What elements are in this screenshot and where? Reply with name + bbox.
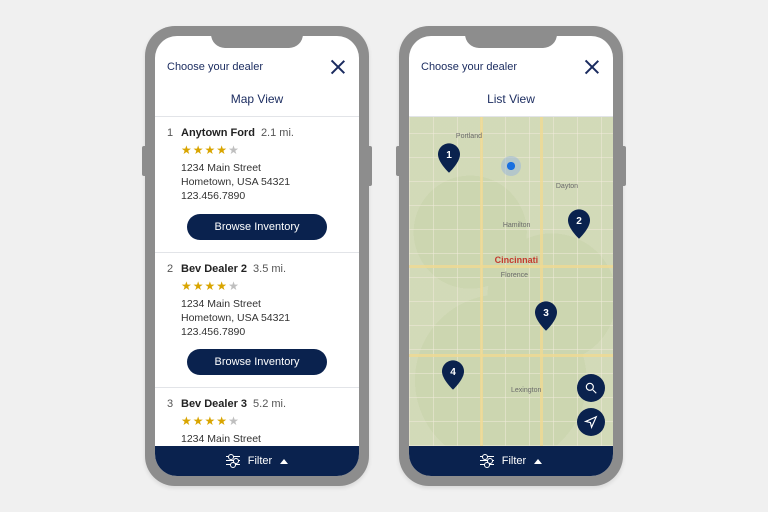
tab-list-view[interactable]: List View: [409, 84, 613, 117]
map-road: [540, 117, 543, 446]
map-search-button[interactable]: [577, 374, 605, 402]
filter-icon: [226, 456, 240, 466]
city-label-minor: Hamilton: [503, 222, 531, 229]
close-icon[interactable]: [329, 58, 347, 76]
header-title: Choose your dealer: [167, 61, 263, 73]
dealer-distance: 5.2 mi.: [253, 398, 286, 410]
rating-stars: ★ ★ ★ ★ ★: [181, 414, 347, 428]
current-location-dot: [501, 156, 521, 176]
star-icon: ★: [216, 279, 227, 293]
star-icon: ★: [216, 414, 227, 428]
map-pin[interactable]: 3: [535, 301, 557, 331]
star-icon: ★: [181, 414, 192, 428]
dealer-row[interactable]: 1 Anytown Ford 2.1 mi. ★ ★ ★ ★ ★ 1234 Ma…: [155, 117, 359, 253]
header-title: Choose your dealer: [421, 61, 517, 73]
filter-icon: [480, 456, 494, 466]
star-icon: ★: [205, 414, 216, 428]
rating-stars: ★ ★ ★ ★ ★: [181, 143, 347, 157]
map-road: [480, 117, 483, 446]
rating-stars: ★ ★ ★ ★ ★: [181, 279, 347, 293]
dealer-index: 2: [167, 263, 175, 275]
map-pin[interactable]: 2: [568, 209, 590, 239]
map-pin[interactable]: 1: [438, 143, 460, 173]
filter-button[interactable]: Filter: [409, 446, 613, 476]
star-icon: ★: [181, 143, 192, 157]
map-locate-button[interactable]: [577, 408, 605, 436]
dealer-index: 1: [167, 127, 175, 139]
map-canvas[interactable]: Cincinnati Florence Dayton Lexington Por…: [409, 117, 613, 446]
close-icon[interactable]: [583, 58, 601, 76]
dealer-name: Bev Dealer 3: [181, 398, 247, 410]
filter-label: Filter: [248, 455, 272, 467]
dealer-name: Anytown Ford: [181, 127, 255, 139]
star-icon: ★: [193, 414, 204, 428]
star-icon: ★: [216, 143, 227, 157]
star-icon: ★: [193, 279, 204, 293]
city-label-minor: Portland: [456, 133, 482, 140]
dealer-list: 1 Anytown Ford 2.1 mi. ★ ★ ★ ★ ★ 1234 Ma…: [155, 117, 359, 446]
phone-frame-right: Choose your dealer List View Cincinnati …: [399, 26, 623, 486]
filter-label: Filter: [502, 455, 526, 467]
filter-button[interactable]: Filter: [155, 446, 359, 476]
notch: [465, 26, 557, 48]
svg-text:4: 4: [450, 367, 456, 378]
dealer-distance: 2.1 mi.: [261, 127, 294, 139]
city-label-sub: Florence: [501, 272, 528, 279]
search-icon: [584, 381, 598, 395]
city-label-main: Cincinnati: [495, 255, 539, 265]
browse-inventory-button[interactable]: Browse Inventory: [187, 214, 327, 240]
dealer-address: 1234 Main Street: [181, 432, 347, 446]
dealer-row[interactable]: 3 Bev Dealer 3 5.2 mi. ★ ★ ★ ★ ★ 1234 Ma…: [155, 388, 359, 446]
map-road: [409, 354, 613, 357]
star-icon: ★: [205, 143, 216, 157]
screen-map: Choose your dealer List View Cincinnati …: [409, 36, 613, 476]
star-icon: ★: [228, 279, 239, 293]
screen-list: Choose your dealer Map View 1 Anytown Fo…: [155, 36, 359, 476]
browse-inventory-button[interactable]: Browse Inventory: [187, 349, 327, 375]
dealer-index: 3: [167, 398, 175, 410]
svg-text:2: 2: [576, 216, 582, 227]
map-pin[interactable]: 4: [442, 360, 464, 390]
map-road: [409, 265, 613, 268]
svg-text:1: 1: [446, 150, 452, 161]
chevron-up-icon: [534, 459, 542, 464]
dealer-address: 1234 Main Street Hometown, USA 54321 123…: [181, 161, 347, 204]
svg-text:3: 3: [544, 308, 550, 319]
star-icon: ★: [205, 279, 216, 293]
dealer-distance: 3.5 mi.: [253, 263, 286, 275]
locate-icon: [584, 415, 598, 429]
star-icon: ★: [181, 279, 192, 293]
dealer-address: 1234 Main Street Hometown, USA 54321 123…: [181, 297, 347, 340]
notch: [211, 26, 303, 48]
dealer-row[interactable]: 2 Bev Dealer 2 3.5 mi. ★ ★ ★ ★ ★ 1234 Ma…: [155, 253, 359, 389]
star-icon: ★: [228, 414, 239, 428]
tab-map-view[interactable]: Map View: [155, 84, 359, 117]
dealer-name: Bev Dealer 2: [181, 263, 247, 275]
star-icon: ★: [193, 143, 204, 157]
city-label-minor: Dayton: [556, 183, 578, 190]
phone-frame-left: Choose your dealer Map View 1 Anytown Fo…: [145, 26, 369, 486]
city-label-minor: Lexington: [511, 387, 541, 394]
star-icon: ★: [228, 143, 239, 157]
chevron-up-icon: [280, 459, 288, 464]
